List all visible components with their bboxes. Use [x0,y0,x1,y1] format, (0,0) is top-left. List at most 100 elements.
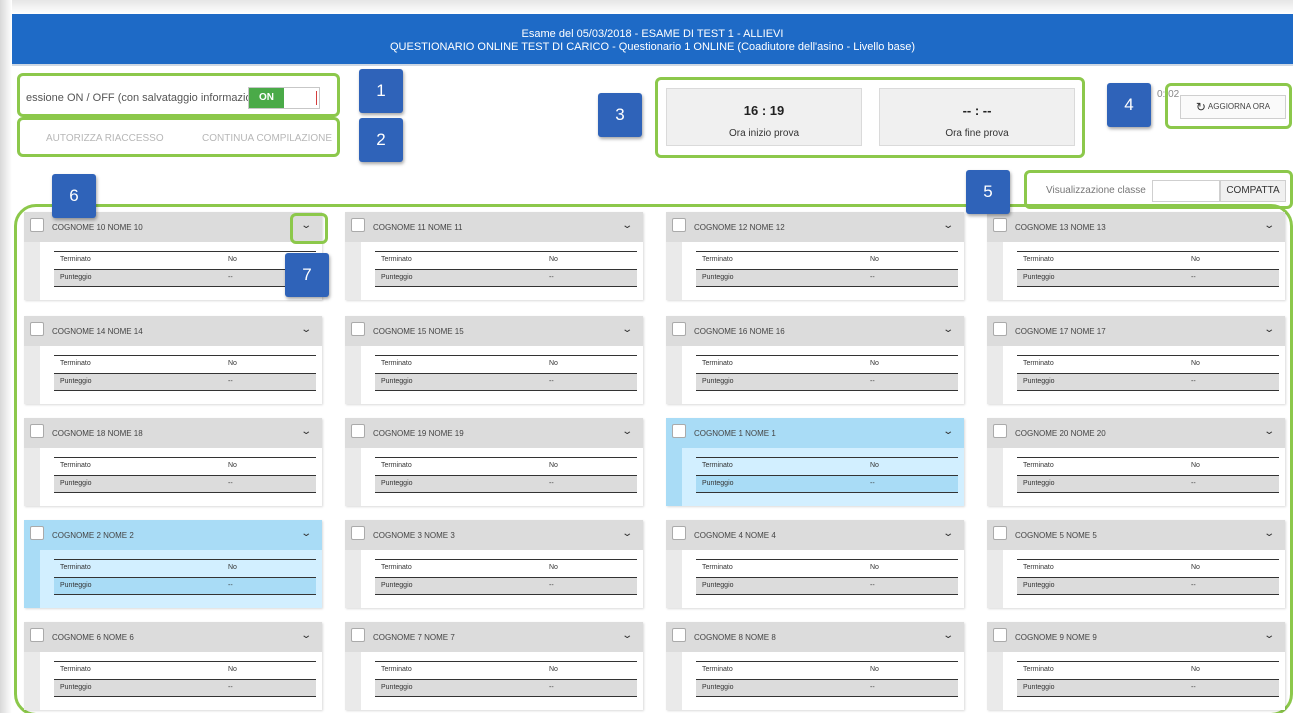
student-card[interactable]: COGNOME 4 NOME 4 ⌄ Terminato No Punteggio -- [666,520,964,608]
student-card-header[interactable]: COGNOME 18 NOME 18 ⌄ [24,418,322,448]
student-card[interactable]: COGNOME 17 NOME 17 ⌄ Terminato No Punteggio -… [987,316,1285,404]
student-checkbox[interactable] [351,628,365,642]
chevron-down-icon[interactable]: ⌄ [621,426,633,437]
student-card-header[interactable]: COGNOME 14 NOME 14 ⌄ [24,316,322,346]
student-checkbox[interactable] [993,424,1007,438]
score-value: -- [549,582,554,589]
student-card-header[interactable]: COGNOME 9 NOME 9 ⌄ [987,622,1285,652]
student-name: COGNOME 2 NOME 2 [52,531,134,540]
chevron-down-icon[interactable]: ⌄ [942,220,954,231]
student-card-header[interactable]: COGNOME 8 NOME 8 ⌄ [666,622,964,652]
score-row: Punteggio -- [696,679,958,697]
finished-label: Terminato [60,462,91,469]
student-card-header[interactable]: COGNOME 6 NOME 6 ⌄ [24,622,322,652]
score-value: -- [870,582,875,589]
student-card-header[interactable]: COGNOME 2 NOME 2 ⌄ [24,520,322,550]
student-card[interactable]: COGNOME 10 NOME 10 ⌄ Terminato No Punteggio -… [24,212,322,300]
student-checkbox[interactable] [672,628,686,642]
student-checkbox[interactable] [30,322,44,336]
student-checkbox[interactable] [672,218,686,232]
score-value: -- [228,480,233,487]
student-card[interactable]: COGNOME 7 NOME 7 ⌄ Terminato No Punteggio -- [345,622,643,710]
student-card[interactable]: COGNOME 3 NOME 3 ⌄ Terminato No Punteggio -- [345,520,643,608]
finished-label: Terminato [60,256,91,263]
student-card[interactable]: COGNOME 6 NOME 6 ⌄ Terminato No Punteggio -- [24,622,322,710]
student-card-header[interactable]: COGNOME 4 NOME 4 ⌄ [666,520,964,550]
student-card[interactable]: COGNOME 1 NOME 1 ⌄ Terminato No Punteggio -- [666,418,964,506]
student-card-header[interactable]: COGNOME 12 NOME 12 ⌄ [666,212,964,242]
chevron-down-icon[interactable]: ⌄ [621,324,633,335]
student-card[interactable]: COGNOME 9 NOME 9 ⌄ Terminato No Punteggio -- [987,622,1285,710]
finished-label: Terminato [381,360,412,367]
student-card-body: Terminato No Punteggio -- [40,550,322,608]
student-checkbox[interactable] [30,628,44,642]
student-card[interactable]: COGNOME 20 NOME 20 ⌄ Terminato No Punteggio -… [987,418,1285,506]
student-name: COGNOME 3 NOME 3 [373,531,455,540]
student-name: COGNOME 7 NOME 7 [373,633,455,642]
student-card[interactable]: COGNOME 11 NOME 11 ⌄ Terminato No Punteggio -… [345,212,643,300]
student-card-body: Terminato No Punteggio -- [1003,242,1285,300]
chevron-down-icon[interactable]: ⌄ [1263,324,1275,335]
student-checkbox[interactable] [351,322,365,336]
student-checkbox[interactable] [30,424,44,438]
student-card[interactable]: COGNOME 13 NOME 13 ⌄ Terminato No Punteggio -… [987,212,1285,300]
student-card[interactable]: COGNOME 5 NOME 5 ⌄ Terminato No Punteggio -- [987,520,1285,608]
chevron-down-icon[interactable]: ⌄ [1263,528,1275,539]
chevron-down-icon[interactable]: ⌄ [1263,630,1275,641]
finished-label: Terminato [1023,564,1054,571]
student-checkbox[interactable] [993,526,1007,540]
student-card[interactable]: COGNOME 15 NOME 15 ⌄ Terminato No Punteggio -… [345,316,643,404]
score-label: Punteggio [60,378,92,385]
score-value: -- [549,378,554,385]
student-checkbox[interactable] [993,322,1007,336]
finished-value: No [549,564,558,571]
student-card[interactable]: COGNOME 12 NOME 12 ⌄ Terminato No Punteggio -… [666,212,964,300]
chevron-down-icon[interactable]: ⌄ [1263,220,1275,231]
student-card-header[interactable]: COGNOME 5 NOME 5 ⌄ [987,520,1285,550]
student-card-header[interactable]: COGNOME 7 NOME 7 ⌄ [345,622,643,652]
student-checkbox[interactable] [30,526,44,540]
student-card-header[interactable]: COGNOME 1 NOME 1 ⌄ [666,418,964,448]
student-card-header[interactable]: COGNOME 15 NOME 15 ⌄ [345,316,643,346]
student-card-header[interactable]: COGNOME 20 NOME 20 ⌄ [987,418,1285,448]
student-checkbox[interactable] [993,628,1007,642]
chevron-down-icon[interactable]: ⌄ [942,324,954,335]
student-card-header[interactable]: COGNOME 11 NOME 11 ⌄ [345,212,643,242]
student-card-body: Terminato No Punteggio -- [682,242,964,300]
student-card-header[interactable]: COGNOME 13 NOME 13 ⌄ [987,212,1285,242]
student-card[interactable]: COGNOME 16 NOME 16 ⌄ Terminato No Punteggio -… [666,316,964,404]
chevron-down-icon[interactable]: ⌄ [942,528,954,539]
chevron-down-icon[interactable]: ⌄ [621,220,633,231]
student-card-header[interactable]: COGNOME 3 NOME 3 ⌄ [345,520,643,550]
chevron-down-icon[interactable]: ⌄ [300,426,312,437]
student-card[interactable]: COGNOME 19 NOME 19 ⌄ Terminato No Punteggio -… [345,418,643,506]
finished-row: Terminato No [375,355,637,372]
student-checkbox[interactable] [672,526,686,540]
student-checkbox[interactable] [351,526,365,540]
chevron-down-icon[interactable]: ⌄ [942,630,954,641]
student-checkbox[interactable] [30,218,44,232]
chevron-down-icon[interactable]: ⌄ [621,630,633,641]
student-checkbox[interactable] [672,322,686,336]
student-card-header[interactable]: COGNOME 16 NOME 16 ⌄ [666,316,964,346]
student-checkbox[interactable] [672,424,686,438]
student-card-header[interactable]: COGNOME 17 NOME 17 ⌄ [987,316,1285,346]
chevron-down-icon[interactable]: ⌄ [300,630,312,641]
chevron-down-icon[interactable]: ⌄ [1263,426,1275,437]
student-card-header[interactable]: COGNOME 19 NOME 19 ⌄ [345,418,643,448]
student-name: COGNOME 13 NOME 13 [1015,223,1106,232]
chevron-down-icon[interactable]: ⌄ [300,324,312,335]
score-row: Punteggio -- [375,475,637,493]
student-card[interactable]: COGNOME 2 NOME 2 ⌄ Terminato No Punteggio -- [24,520,322,608]
chevron-down-icon[interactable]: ⌄ [621,528,633,539]
student-checkbox[interactable] [993,218,1007,232]
student-card-body: Terminato No Punteggio -- [1003,448,1285,506]
student-checkbox[interactable] [351,424,365,438]
chevron-down-icon[interactable]: ⌄ [942,426,954,437]
student-card[interactable]: COGNOME 18 NOME 18 ⌄ Terminato No Punteggio -… [24,418,322,506]
student-card[interactable]: COGNOME 8 NOME 8 ⌄ Terminato No Punteggio -- [666,622,964,710]
chevron-down-icon[interactable]: ⌄ [300,528,312,539]
score-value: -- [870,378,875,385]
student-checkbox[interactable] [351,218,365,232]
student-card[interactable]: COGNOME 14 NOME 14 ⌄ Terminato No Punteggio -… [24,316,322,404]
